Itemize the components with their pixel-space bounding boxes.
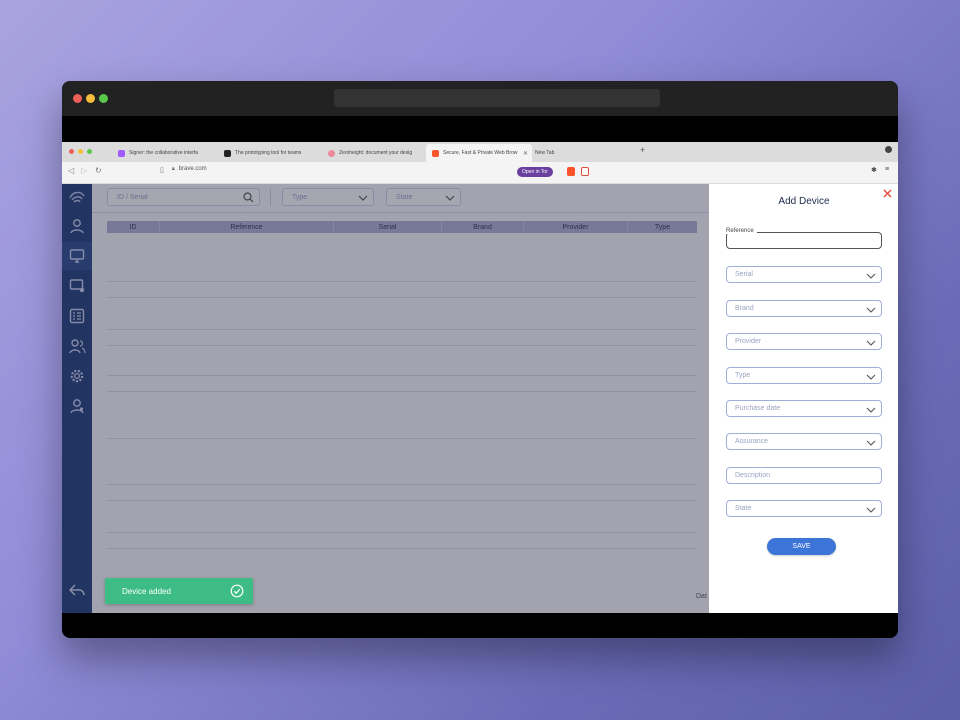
type-select[interactable]: Type [726, 367, 882, 384]
address-text: brave.com [178, 166, 207, 172]
brand-placeholder: Brand [735, 305, 754, 312]
check-circle-icon [230, 584, 244, 598]
provider-select[interactable]: Provider [726, 333, 882, 350]
tab-strip: Signer: the collaborative interfa The pr… [62, 142, 898, 162]
framer-icon [224, 149, 231, 157]
close-window-button[interactable] [73, 94, 82, 103]
serial-placeholder: Serial [735, 271, 753, 278]
tab-menu-icon[interactable] [885, 146, 892, 153]
open-in-tor-button[interactable]: Open in Tor [517, 167, 553, 177]
add-device-panel: Add Device Reference Serial Brand Provid… [710, 184, 898, 613]
brave-rewards-icon[interactable] [581, 167, 589, 176]
chevron-down-icon [866, 307, 876, 313]
serial-select[interactable]: Serial [726, 266, 882, 283]
tab-brave[interactable]: Secure, Fast & Private Web Brow ✕ [426, 144, 532, 162]
window-titlebar [62, 81, 898, 116]
toast-notification: Device added [105, 578, 253, 604]
bookmark-icon[interactable]: ▯ [160, 166, 164, 174]
back-nav-icon[interactable]: ◁ [68, 166, 74, 175]
reference-field[interactable] [726, 232, 882, 249]
lock-icon: 🔒︎ [172, 166, 175, 172]
brave-shields-icon[interactable] [567, 167, 575, 176]
tab-framer[interactable]: The prototyping tool for teams [218, 144, 318, 162]
tab-figma[interactable]: Signer: the collaborative interfa [112, 144, 212, 162]
chevron-down-icon [866, 407, 876, 413]
tab-label: Secure, Fast & Private Web Brow [443, 150, 518, 156]
assurance-select[interactable]: Assurance [726, 433, 882, 450]
modal-backdrop[interactable] [62, 184, 709, 613]
chevron-down-icon [866, 440, 876, 446]
browser-maximize-dot[interactable] [87, 149, 92, 154]
mac-window: Signer: the collaborative interfa The pr… [62, 81, 898, 638]
chevron-down-icon [866, 507, 876, 513]
type-placeholder: Type [735, 372, 751, 379]
toast-message: Device added [122, 586, 171, 596]
open-in-tor-label: Open in Tor [522, 169, 548, 175]
panel-title: Add Device [778, 196, 830, 207]
chevron-down-icon [866, 374, 876, 380]
app-page: ID / Serial Type State ID Reference Seri… [62, 184, 898, 613]
tab-label: New Tab [535, 150, 555, 156]
browser-window: Signer: the collaborative interfa The pr… [62, 142, 898, 613]
menu-icon[interactable]: ≡ [885, 166, 889, 173]
purchase-date-select[interactable]: Purchase date [726, 400, 882, 417]
provider-placeholder: Provider [735, 338, 762, 345]
chevron-down-icon [866, 273, 876, 279]
close-icon[interactable] [882, 188, 893, 199]
brave-icon [432, 149, 439, 157]
browser-close-dot[interactable] [69, 149, 74, 154]
minimize-window-button[interactable] [86, 94, 95, 103]
tab-label: The prototyping tool for teams [235, 150, 302, 156]
zeroheight-icon [328, 149, 335, 157]
state-select[interactable]: State [726, 500, 882, 517]
new-tab-button[interactable]: + [640, 145, 645, 155]
navigation-bar: ◁ ▷ ↻ ▯ 🔒︎ brave.com Open in Tor ✱ ≡ [62, 162, 898, 184]
tab-label: Signer: the collaborative interfa [129, 150, 198, 156]
figma-icon [118, 149, 125, 157]
address-bar[interactable]: 🔒︎ brave.com [172, 166, 207, 172]
save-button[interactable]: SAVE [767, 538, 836, 555]
maximize-window-button[interactable] [99, 94, 108, 103]
tab-close-icon[interactable]: ✕ [523, 150, 528, 157]
description-input[interactable]: Description [726, 467, 882, 484]
assurance-placeholder: Assurance [735, 438, 769, 445]
reload-icon[interactable]: ↻ [95, 166, 102, 175]
reference-label: Reference [723, 228, 757, 234]
description-placeholder: Description [735, 472, 771, 479]
brand-select[interactable]: Brand [726, 300, 882, 317]
tab-label: Zeroheight: document your desig [339, 150, 413, 156]
tab-new-tab[interactable]: New Tab [529, 144, 589, 162]
purchase-date-placeholder: Purchase date [735, 405, 781, 412]
tab-zeroheight[interactable]: Zeroheight: document your desig [322, 144, 422, 162]
forward-nav-icon[interactable]: ▷ [81, 166, 87, 175]
window-url-bar[interactable] [334, 89, 660, 107]
browser-minimize-dot[interactable] [78, 149, 83, 154]
chevron-down-icon [866, 340, 876, 346]
extensions-icon[interactable]: ✱ [871, 166, 877, 174]
state-placeholder: State [735, 505, 752, 512]
